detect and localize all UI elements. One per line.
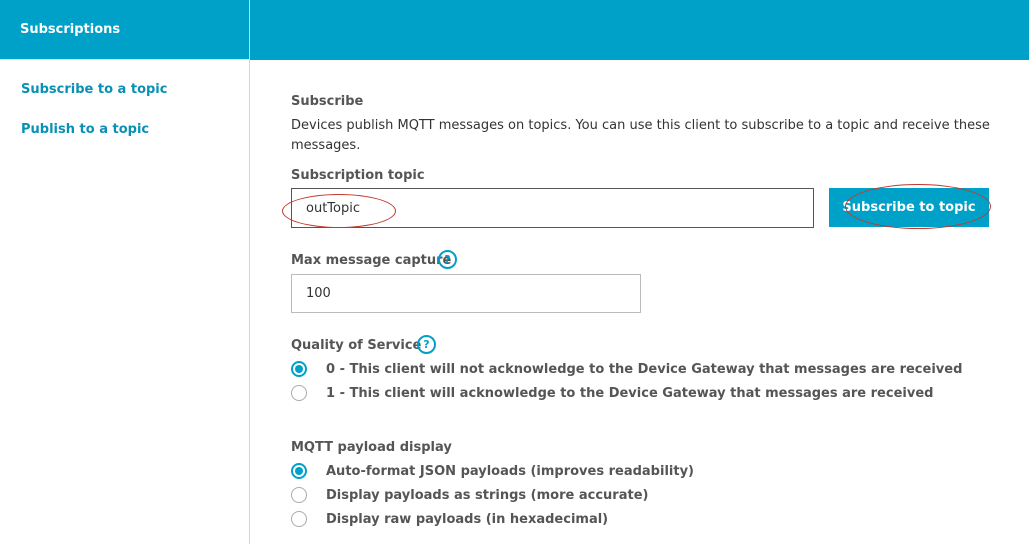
payload-strings-label: Display payloads as strings (more accura…: [326, 488, 649, 503]
qos-0-radio[interactable]: [291, 361, 307, 377]
top-bar: [250, 0, 1029, 60]
qos-1-label: 1 - This client will acknowledge to the …: [326, 386, 934, 401]
sidebar-header: Subscriptions: [0, 0, 249, 60]
qos-1-radio[interactable]: [291, 385, 307, 401]
max-capture-value: 100: [306, 286, 331, 301]
sidebar-item-subscribe[interactable]: Subscribe to a topic: [21, 82, 167, 97]
payload-json-radio[interactable]: [291, 463, 307, 479]
qos-0-label: 0 - This client will not acknowledge to …: [326, 362, 963, 377]
payload-json-label: Auto-format JSON payloads (improves read…: [326, 464, 694, 479]
sidebar-header-divider: [0, 59, 249, 60]
sidebar-item-publish[interactable]: Publish to a topic: [21, 122, 149, 137]
max-capture-input[interactable]: 100: [291, 274, 641, 313]
section-title: Subscribe: [291, 94, 364, 109]
help-glyph: ?: [444, 253, 451, 266]
sidebar-divider: [249, 0, 250, 544]
help-glyph: ?: [423, 338, 430, 351]
section-description: Devices publish MQTT messages on topics.…: [291, 118, 990, 153]
qos-help-icon[interactable]: ?: [417, 335, 436, 354]
subscription-topic-label: Subscription topic: [291, 168, 425, 183]
max-capture-help-icon[interactable]: ?: [438, 250, 457, 269]
payload-hex-label: Display raw payloads (in hexadecimal): [326, 512, 609, 527]
payload-strings-radio[interactable]: [291, 487, 307, 503]
annotation-ellipse-button: [845, 184, 991, 229]
payload-display-label: MQTT payload display: [291, 440, 452, 455]
sidebar-header-title: Subscriptions: [20, 22, 121, 37]
qos-label: Quality of Service: [291, 338, 422, 353]
payload-hex-radio[interactable]: [291, 511, 307, 527]
max-capture-label: Max message capture: [291, 253, 452, 268]
annotation-ellipse-topic: [282, 194, 396, 228]
